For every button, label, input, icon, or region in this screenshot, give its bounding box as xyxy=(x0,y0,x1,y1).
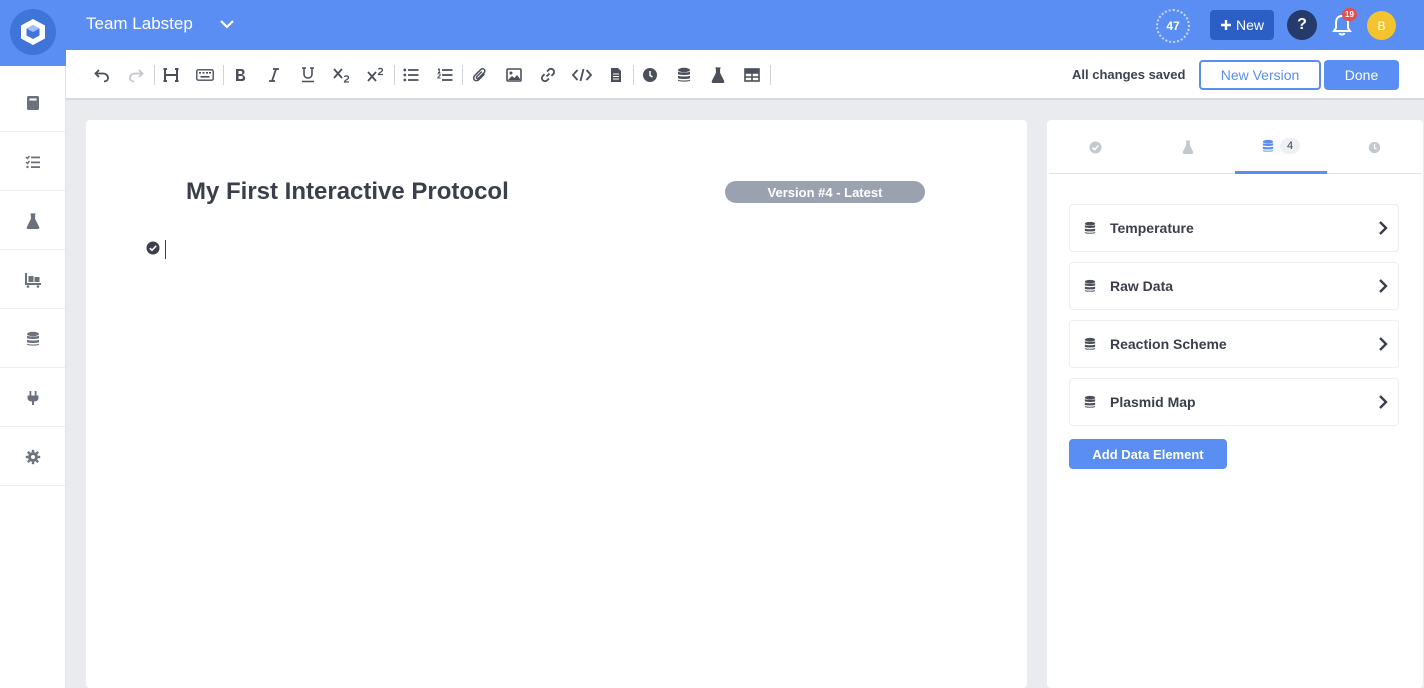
flask-icon[interactable] xyxy=(707,64,729,86)
data-element-label: Plasmid Map xyxy=(1110,394,1196,410)
flask-icon xyxy=(26,212,39,229)
editor-toolbar: All changes saved New Version Done xyxy=(66,50,1424,100)
toolbar-divider xyxy=(633,65,634,85)
data-element-item[interactable]: Raw Data xyxy=(1069,262,1399,310)
database-icon xyxy=(26,331,39,346)
tab-data[interactable]: 4 xyxy=(1235,120,1327,174)
inventory-icon xyxy=(24,272,41,288)
link-icon[interactable] xyxy=(537,64,559,86)
italic-icon[interactable] xyxy=(263,64,285,86)
sidebar-item-settings[interactable] xyxy=(0,428,65,486)
avatar[interactable]: B xyxy=(1367,11,1396,40)
toolbar-divider xyxy=(394,65,395,85)
tab-resources[interactable] xyxy=(1142,120,1234,174)
underline-icon[interactable] xyxy=(297,64,319,86)
panel-tabs: 4 xyxy=(1049,120,1421,174)
superscript-icon[interactable] xyxy=(365,64,387,86)
plug-icon xyxy=(27,390,38,405)
code-icon[interactable] xyxy=(571,64,593,86)
database-icon xyxy=(1084,395,1096,408)
chevron-right-icon xyxy=(1379,337,1388,351)
toolbar-divider xyxy=(223,65,224,85)
data-element-item[interactable]: Temperature xyxy=(1069,204,1399,252)
logo-area xyxy=(0,0,66,82)
chevron-right-icon xyxy=(1379,279,1388,293)
sidebar-item-resources[interactable] xyxy=(0,192,65,250)
notifications-badge: 19 xyxy=(1342,8,1357,21)
toolbar-divider xyxy=(154,65,155,85)
table-icon[interactable] xyxy=(741,64,763,86)
database-icon xyxy=(1084,221,1096,234)
sidebar-item-protocols[interactable] xyxy=(0,74,65,132)
tab-timers[interactable] xyxy=(1328,120,1420,174)
gear-icon xyxy=(25,449,40,464)
text-cursor[interactable] xyxy=(165,240,166,259)
toolbar-divider xyxy=(770,65,771,85)
plus-icon xyxy=(1220,20,1231,30)
data-element-item[interactable]: Reaction Scheme xyxy=(1069,320,1399,368)
chevron-right-icon xyxy=(1379,221,1388,235)
protocol-editor: My First Interactive Protocol Version #4… xyxy=(86,120,1027,688)
database-icon xyxy=(1262,139,1274,152)
help-button[interactable]: ? xyxy=(1287,10,1317,40)
data-element-label: Reaction Scheme xyxy=(1110,336,1227,352)
database-icon[interactable] xyxy=(673,64,695,86)
bullet-list-icon[interactable] xyxy=(400,64,422,86)
left-sidebar xyxy=(0,66,66,688)
chevron-down-icon[interactable] xyxy=(218,15,236,33)
subscript-icon[interactable] xyxy=(331,64,353,86)
data-element-item[interactable]: Plasmid Map xyxy=(1069,378,1399,426)
new-button-label: New xyxy=(1235,17,1264,33)
cube-icon xyxy=(21,19,45,45)
toolbar-divider xyxy=(462,65,463,85)
sidebar-item-data[interactable] xyxy=(0,310,65,368)
sidebar-item-inventory[interactable] xyxy=(0,251,65,309)
save-status: All changes saved xyxy=(1072,67,1186,82)
keyboard-icon[interactable] xyxy=(194,64,216,86)
tab-steps[interactable] xyxy=(1049,120,1141,174)
team-name[interactable]: Team Labstep xyxy=(86,14,193,34)
book-icon xyxy=(26,95,39,110)
side-panel: 4 Temperature Raw Data Reaction Scheme P… xyxy=(1047,120,1423,688)
check-circle-icon xyxy=(1088,140,1102,154)
check-circle-icon[interactable] xyxy=(146,241,160,255)
undo-icon[interactable] xyxy=(91,64,113,86)
add-data-element-button[interactable]: Add Data Element xyxy=(1069,439,1227,469)
bold-icon[interactable] xyxy=(229,64,251,86)
sidebar-item-experiments[interactable] xyxy=(0,133,65,191)
new-version-button[interactable]: New Version xyxy=(1199,60,1321,90)
top-header: Team Labstep 47 New ? 19 B xyxy=(0,0,1424,50)
labstep-logo[interactable] xyxy=(10,9,56,55)
data-element-label: Temperature xyxy=(1110,220,1194,236)
database-icon xyxy=(1084,337,1096,350)
heading-icon[interactable] xyxy=(160,64,182,86)
file-icon[interactable] xyxy=(605,64,627,86)
data-element-label: Raw Data xyxy=(1110,278,1174,294)
checklist-icon xyxy=(24,155,40,168)
image-icon[interactable] xyxy=(503,64,525,86)
chevron-right-icon xyxy=(1379,395,1388,409)
new-button[interactable]: New xyxy=(1210,10,1274,40)
numbered-list-icon[interactable] xyxy=(434,64,456,86)
clock-icon[interactable] xyxy=(639,64,661,86)
database-icon xyxy=(1084,279,1096,292)
sidebar-item-integrations[interactable] xyxy=(0,369,65,427)
progress-counter[interactable]: 47 xyxy=(1156,9,1190,43)
redo-icon[interactable] xyxy=(125,64,147,86)
page-title[interactable]: My First Interactive Protocol xyxy=(186,178,509,206)
clock-icon xyxy=(1368,141,1380,153)
version-badge[interactable]: Version #4 - Latest xyxy=(725,181,925,203)
paperclip-icon[interactable] xyxy=(469,64,491,86)
done-button[interactable]: Done xyxy=(1324,60,1399,90)
data-count-badge: 4 xyxy=(1279,137,1301,154)
flask-icon xyxy=(1182,140,1194,154)
